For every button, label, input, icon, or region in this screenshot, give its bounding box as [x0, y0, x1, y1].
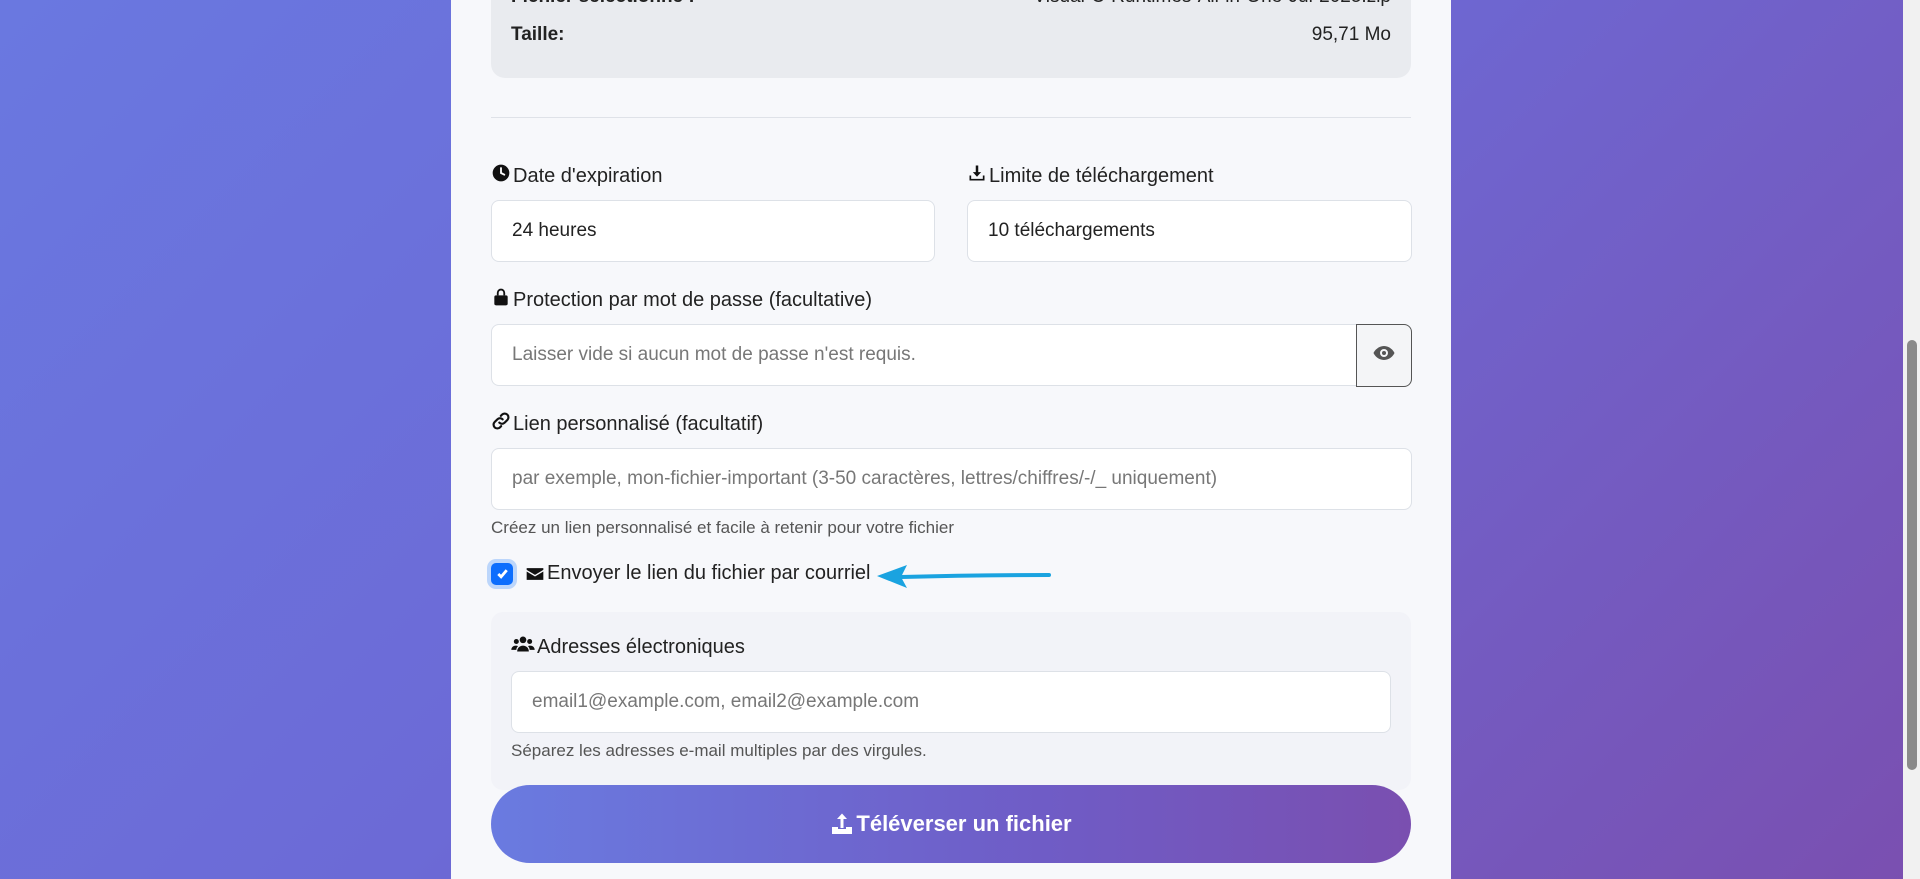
custom-link-label: Lien personnalisé (facultatif) — [491, 411, 763, 437]
file-size-value: 95,71 Mo — [1311, 24, 1391, 45]
toggle-password-button[interactable] — [1356, 324, 1412, 387]
email-checkbox[interactable] — [491, 562, 513, 585]
lock-icon — [491, 287, 511, 313]
password-field[interactable] — [491, 324, 1357, 386]
page-scrollbar[interactable] — [1903, 0, 1920, 879]
divider — [491, 117, 1411, 118]
emails-label-text: Adresses électroniques — [537, 635, 745, 658]
download-limit-select[interactable]: 10 téléchargements — [967, 200, 1412, 262]
upload-icon — [830, 812, 854, 836]
expiration-label-text: Date d'expiration — [513, 164, 663, 187]
emails-label: Adresses électroniques — [511, 634, 745, 660]
download-limit-value: 10 téléchargements — [988, 220, 1155, 241]
download-limit-label: Limite de téléchargement — [967, 163, 1214, 189]
users-icon — [511, 634, 535, 660]
clock-icon — [491, 163, 511, 189]
upload-button[interactable]: Téléverser un fichier — [491, 785, 1411, 863]
custom-link-label-text: Lien personnalisé (facultatif) — [513, 412, 764, 435]
email-toggle-label: Envoyer le lien du fichier par courriel — [547, 562, 871, 584]
expiration-value: 24 heures — [512, 220, 597, 241]
download-icon — [967, 163, 987, 189]
expiration-select[interactable]: 24 heures — [491, 200, 935, 262]
expiration-label: Date d'expiration — [491, 163, 662, 189]
emails-hint: Séparez les adresses e-mail multiples pa… — [511, 741, 927, 760]
upload-card: Fichier sélectionné : Visual-C-Runtimes-… — [451, 0, 1451, 879]
password-input[interactable] — [512, 344, 1336, 366]
annotation-arrow — [877, 565, 1051, 588]
download-limit-label-text: Limite de téléchargement — [989, 164, 1214, 187]
eye-icon — [1372, 341, 1396, 370]
file-info-panel: Fichier sélectionné : Visual-C-Runtimes-… — [491, 0, 1411, 78]
file-size-label: Taille: — [511, 24, 565, 45]
custom-link-input[interactable] — [512, 468, 1391, 490]
upload-button-label: Téléverser un fichier — [856, 811, 1072, 836]
link-icon — [491, 411, 511, 437]
selected-file-label: Fichier sélectionné : — [511, 0, 695, 8]
emails-input[interactable] — [532, 691, 1370, 713]
scrollbar-thumb[interactable] — [1907, 340, 1917, 770]
email-toggle-row[interactable]: Envoyer le lien du fichier par courriel — [491, 562, 871, 585]
selected-file-name: Visual-C-Runtimes-All-in-One-Jul-2025.zi… — [1033, 0, 1391, 8]
custom-link-field[interactable] — [491, 448, 1412, 510]
password-label: Protection par mot de passe (facultative… — [491, 287, 872, 313]
password-label-text: Protection par mot de passe (facultative… — [513, 288, 873, 311]
emails-field[interactable] — [511, 671, 1391, 733]
email-section: Adresses électroniques Séparez les adres… — [491, 612, 1411, 790]
envelope-icon — [525, 564, 545, 584]
custom-link-hint: Créez un lien personnalisé et facile à r… — [491, 518, 955, 537]
